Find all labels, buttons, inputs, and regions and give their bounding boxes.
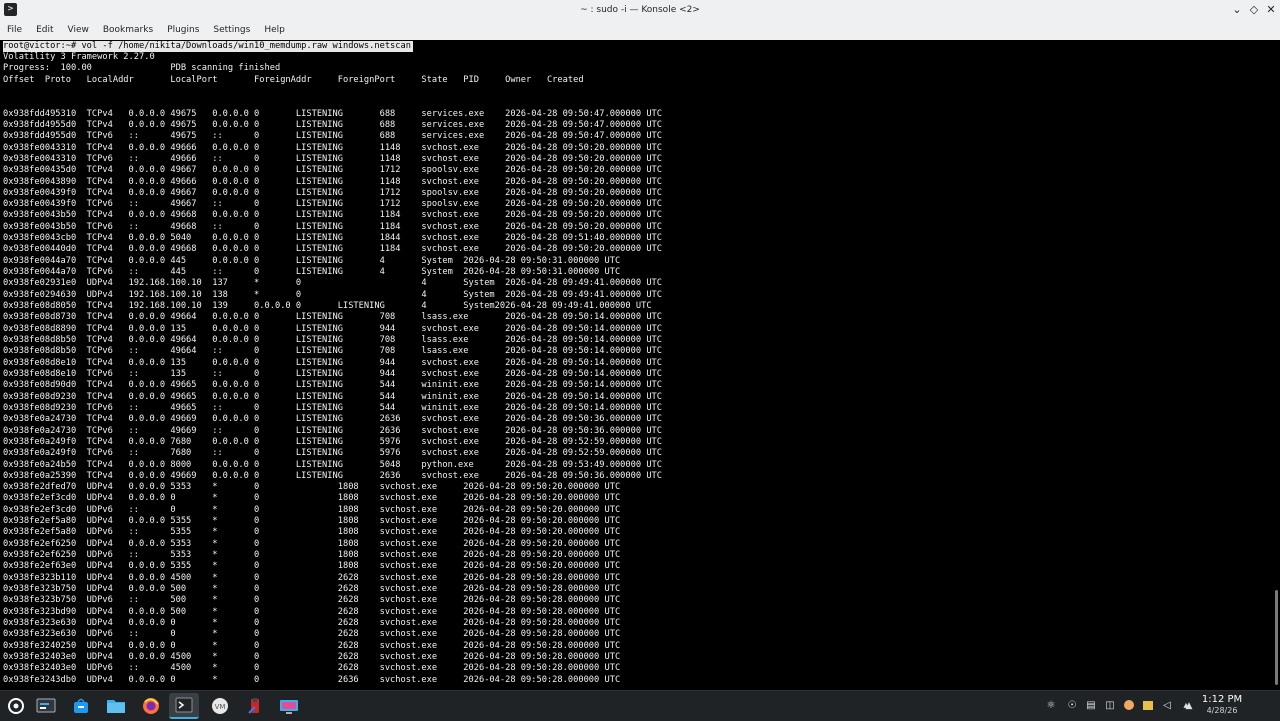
terminal-line: 0x938fe2dfed70 UDPv4 0.0.0.0 5353 * 0 18… bbox=[3, 482, 621, 493]
terminal-line: 0x938fe3240250 UDPv4 0.0.0.0 0 * 0 2628 … bbox=[3, 640, 621, 651]
terminal-line: 0x938fe323b110 UDPv4 0.0.0.0 4500 * 0 26… bbox=[3, 572, 621, 583]
updates-icon[interactable] bbox=[1123, 699, 1135, 711]
file-manager-icon[interactable] bbox=[101, 693, 131, 719]
terminal-line: 0x938fe32403e0 UDPv6 :: 4500 * 0 2628 sv… bbox=[3, 663, 621, 674]
terminal-line: 0x938fe08d90d0 TCPv4 0.0.0.0 49665 0.0.0… bbox=[3, 380, 663, 391]
vmware-icon[interactable]: VM bbox=[205, 693, 235, 719]
terminal-line: 0x938fe3243db0 UDPv4 0.0.0.0 0 * 0 2636 … bbox=[3, 674, 621, 685]
terminal-line: 0x938fe08d8e10 TCPv6 :: 135 :: 0 LISTENI… bbox=[3, 368, 663, 379]
window-titlebar[interactable]: > ~ : sudo -i — Konsole <2> ⌄ ◇ ✕ bbox=[0, 0, 1280, 21]
terminal-line: 0x938fdd4955d0 TCPv4 0.0.0.0 49675 0.0.0… bbox=[3, 119, 663, 130]
terminal-line: 0x938fe323e630 UDPv4 0.0.0.0 0 * 0 2628 … bbox=[3, 618, 621, 628]
terminal-line: 0x938fe2ef5a80 UDPv4 0.0.0.0 5355 * 0 18… bbox=[3, 516, 621, 527]
clock-time[interactable]: 1:12 PM bbox=[1198, 694, 1246, 705]
terminal-line: 0x938fe0a24b50 TCPv4 0.0.0.0 8000 0.0.0.… bbox=[3, 459, 663, 470]
discover-store-icon[interactable] bbox=[66, 693, 96, 719]
terminal-line: 0x938fe2ef63e0 UDPv4 0.0.0.0 5355 * 0 18… bbox=[3, 561, 621, 572]
terminal-line: 0x938fe323e630 UDPv6 :: 0 * 0 2628 svcho… bbox=[3, 629, 621, 640]
terminal-line: 0x938fe08d8890 TCPv4 0.0.0.0 135 0.0.0.0… bbox=[3, 323, 663, 334]
system-settings-icon[interactable] bbox=[31, 693, 61, 719]
terminal-line: 0x938fe323b750 UDPv4 0.0.0.0 500 * 0 262… bbox=[3, 584, 621, 595]
terminal-line: 0x938fdd495310 TCPv4 0.0.0.0 49675 0.0.0… bbox=[3, 108, 663, 119]
terminal-line: Volatility 3 Framework 2.27.0 bbox=[3, 52, 155, 62]
terminal-line: 0x938fe00439f0 TCPv6 :: 49667 :: 0 LISTE… bbox=[3, 199, 663, 210]
terminal-line: 0x938fe0043b50 TCPv6 :: 49668 :: 0 LISTE… bbox=[3, 221, 663, 232]
terminal-line: 0x938fe0043310 TCPv4 0.0.0.0 49666 0.0.0… bbox=[3, 142, 663, 153]
volume-icon[interactable]: ◁ bbox=[1161, 699, 1173, 711]
command-prompt-line: root@victor:~# vol -f /home/nikita/Downl… bbox=[3, 41, 413, 52]
terminal-line: 0x938fe08d8b50 TCPv4 0.0.0.0 49664 0.0.0… bbox=[3, 335, 663, 345]
terminal-line: 0x938fe323bd90 UDPv4 0.0.0.0 500 * 0 262… bbox=[3, 606, 621, 617]
terminal-line: 0x938fe0a24730 TCPv4 0.0.0.0 49669 0.0.0… bbox=[3, 414, 663, 425]
terminal-line: 0x938fe08d9230 TCPv4 0.0.0.0 49665 0.0.0… bbox=[3, 391, 663, 402]
terminal-line: 0x938fe2ef6250 UDPv6 :: 5353 * 0 1808 sv… bbox=[3, 550, 621, 561]
terminal-line: 0x938fe0294630 UDPv4 192.168.100.10 138 … bbox=[3, 289, 663, 300]
network-icon[interactable]: ⚛ bbox=[1045, 699, 1057, 711]
menu-edit[interactable]: Edit bbox=[29, 20, 60, 40]
menu-bar: File Edit View Bookmarks Plugins Setting… bbox=[0, 20, 1280, 41]
remote-desktop-icon[interactable] bbox=[274, 693, 304, 719]
terminal-line: 0x938fdd4955d0 TCPv6 :: 49675 :: 0 LISTE… bbox=[3, 131, 663, 142]
terminal-line: 0x938fe00435d0 TCPv4 0.0.0.0 49667 0.0.0… bbox=[3, 165, 663, 176]
terminal-output[interactable]: root@victor:~# vol -f /home/nikita/Downl… bbox=[0, 40, 1280, 690]
terminal-line: 0x938fe08d8b50 TCPv6 :: 49664 :: 0 LISTE… bbox=[3, 346, 663, 357]
terminal-line: 0x938fe0044a70 TCPv6 :: 445 :: 0 LISTENI… bbox=[3, 267, 621, 278]
terminal-line: Progress: 100.00 PDB scanning finished bbox=[3, 63, 281, 74]
burp-icon[interactable] bbox=[240, 693, 270, 719]
app-launcher-icon[interactable] bbox=[1, 693, 31, 719]
svg-text:VM: VM bbox=[215, 703, 226, 711]
maximize-icon[interactable]: ◇ bbox=[1246, 2, 1262, 18]
terminal-line: 0x938fe2ef3cd0 UDPv4 0.0.0.0 0 * 0 1808 … bbox=[3, 493, 621, 504]
terminal-line: 0x938fe0a24730 TCPv6 :: 49669 :: 0 LISTE… bbox=[3, 425, 663, 436]
firefox-icon[interactable] bbox=[136, 693, 166, 719]
expand-tray-icon[interactable]: ▲ bbox=[1183, 700, 1195, 712]
terminal-line: 0x938fe02931e0 UDPv4 192.168.100.10 137 … bbox=[3, 278, 663, 289]
close-icon[interactable]: ✕ bbox=[1263, 2, 1279, 18]
terminal-line: 0x938fe0a249f0 TCPv4 0.0.0.0 7680 0.0.0.… bbox=[3, 436, 663, 447]
terminal-line: 0x938fe0043b50 TCPv4 0.0.0.0 49668 0.0.0… bbox=[3, 210, 663, 221]
terminal-scrollbar[interactable] bbox=[1272, 40, 1280, 690]
terminal-line: 0x938fe2ef3cd0 UDPv6 :: 0 * 0 1808 svcho… bbox=[3, 504, 621, 515]
menu-settings[interactable]: Settings bbox=[206, 20, 257, 40]
menu-help[interactable]: Help bbox=[257, 20, 292, 40]
konsole-icon[interactable] bbox=[169, 693, 199, 719]
vpn-icon[interactable]: ☉ bbox=[1066, 699, 1078, 711]
terminal-line: 0x938fe32403e0 UDPv4 0.0.0.0 4500 * 0 26… bbox=[3, 651, 621, 662]
menu-plugins[interactable]: Plugins bbox=[160, 20, 206, 40]
terminal-line: 0x938fe08d8e10 TCPv4 0.0.0.0 135 0.0.0.0… bbox=[3, 357, 663, 368]
terminal-line: 0x938fe0a249f0 TCPv6 :: 7680 :: 0 LISTEN… bbox=[3, 448, 663, 459]
minimize-icon[interactable]: ⌄ bbox=[1229, 2, 1245, 18]
terminal-line: 0x938fe00440d0 TCPv4 0.0.0.0 49668 0.0.0… bbox=[3, 244, 663, 255]
terminal-line: 0x938fe0043890 TCPv4 0.0.0.0 49666 0.0.0… bbox=[3, 176, 663, 187]
terminal-line: 0x938fe00439f0 TCPv4 0.0.0.0 49667 0.0.0… bbox=[3, 187, 663, 198]
window-title: ~ : sudo -i — Konsole <2> bbox=[580, 5, 700, 15]
terminal-line: 0x938fe0044a70 TCPv4 0.0.0.0 445 0.0.0.0… bbox=[3, 255, 621, 266]
terminal-line: 0x938fe0043310 TCPv6 :: 49666 :: 0 LISTE… bbox=[3, 153, 663, 164]
storage-icon[interactable]: ◫ bbox=[1104, 699, 1116, 711]
menu-view[interactable]: View bbox=[61, 20, 96, 40]
terminal-line: 0x938fe2ef5a80 UDPv6 :: 5355 * 0 1808 sv… bbox=[3, 527, 621, 538]
taskbar: VM ⚛ ☉ ▤ ◫ ◁ ▴ B ▲ bbox=[0, 690, 1280, 721]
scrollbar-thumb[interactable] bbox=[1275, 590, 1278, 685]
terminal-line: 0x938fe2ef6250 UDPv4 0.0.0.0 5353 * 0 18… bbox=[3, 538, 621, 549]
menu-file[interactable]: File bbox=[0, 20, 29, 40]
terminal-line: Offset Proto LocalAddr LocalPort Foreign… bbox=[3, 74, 584, 85]
terminal-line: 0x938fe0043cb0 TCPv4 0.0.0.0 5040 0.0.0.… bbox=[3, 233, 663, 244]
terminal-line: 0x938fe08d8050 TCPv4 192.168.100.10 139 … bbox=[3, 301, 652, 312]
notes-icon[interactable] bbox=[1142, 699, 1154, 711]
terminal-line: 0x938fe08d9230 TCPv6 :: 49665 :: 0 LISTE… bbox=[3, 402, 663, 413]
menu-bookmarks[interactable]: Bookmarks bbox=[96, 20, 160, 40]
terminal-line: 0x938fe323b750 UDPv6 :: 500 * 0 2628 svc… bbox=[3, 595, 621, 606]
clock-date[interactable]: 4/28/26 bbox=[1198, 706, 1246, 715]
terminal-line: 0x938fe08d8730 TCPv4 0.0.0.0 49664 0.0.0… bbox=[3, 312, 663, 323]
clipboard-icon[interactable]: ▤ bbox=[1085, 699, 1097, 711]
terminal-line: 0x938fe0a25390 TCPv4 0.0.0.0 49669 0.0.0… bbox=[3, 470, 663, 481]
